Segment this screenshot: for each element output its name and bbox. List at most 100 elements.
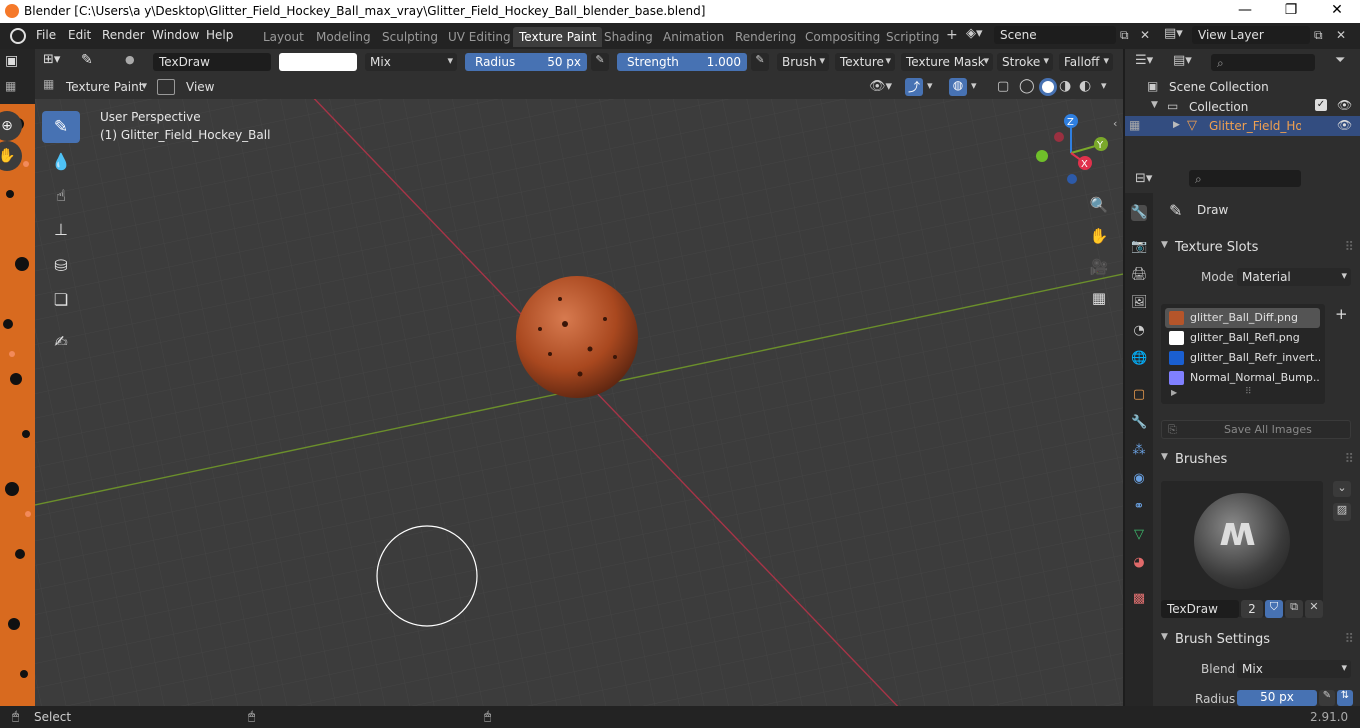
texture-slot-row[interactable]: glitter_Ball_Refl.png	[1165, 328, 1320, 348]
close-icon[interactable]: ✕	[1314, 2, 1360, 22]
mask-tool-button[interactable]: ❏	[42, 283, 80, 315]
output-tab-icon[interactable]: 🖨	[1131, 267, 1148, 283]
texture-slot-toggle[interactable]	[157, 79, 175, 95]
annotate-tool-button[interactable]: ✍	[42, 325, 80, 357]
view-layer-icon[interactable]: ▤▾	[1164, 26, 1186, 46]
brush-users-count[interactable]: 2	[1241, 600, 1263, 618]
scene-name-field[interactable]: Scene	[994, 26, 1116, 44]
slot-list-expand-icon[interactable]: ▶	[1171, 388, 1177, 397]
brushes-grip-icon[interactable]: ⠿	[1344, 452, 1354, 467]
zoom-view-icon[interactable]: 🔍	[1086, 192, 1112, 218]
strength-slider[interactable]: Strength 1.000	[617, 53, 747, 71]
gizmo-neg-z-icon[interactable]	[1067, 174, 1077, 184]
constraints-tab-icon[interactable]: ⚭	[1131, 499, 1147, 515]
menu-help[interactable]: Help	[206, 28, 233, 42]
brush-custom-icon[interactable]: ▨	[1333, 503, 1351, 521]
particles-tab-icon[interactable]: ⁂	[1131, 443, 1147, 459]
filter-icon[interactable]: ⏷	[1335, 53, 1345, 68]
menu-file[interactable]: File	[36, 28, 56, 42]
gizmo-dropdown-icon[interactable]: ▾	[927, 79, 933, 92]
slot-list-resize-icon[interactable]: ⠿	[1245, 387, 1252, 397]
navigation-gizmo[interactable]: Z Y X	[1029, 113, 1109, 193]
texture-dropdown[interactable]: Texture	[835, 53, 895, 71]
mode-dropdown[interactable]: Texture Paint	[61, 78, 151, 96]
tab-scripting[interactable]: Scripting	[880, 27, 945, 47]
tab-compositing[interactable]: Compositing	[799, 27, 886, 47]
ortho-toggle-icon[interactable]: ▦	[1086, 285, 1112, 311]
soften-tool-button[interactable]: 💧	[42, 145, 80, 177]
add-workspace-icon[interactable]: +	[946, 27, 958, 43]
clone-tool-button[interactable]: ⊥	[42, 213, 80, 245]
overlay-toggle-icon[interactable]: ◍	[949, 78, 967, 96]
minimize-icon[interactable]: —	[1222, 2, 1268, 22]
duplicate-brush-icon[interactable]: ⧉	[1285, 600, 1303, 618]
brush-settings-panel-header[interactable]: ▼ Brush Settings ⠿	[1155, 629, 1358, 651]
tab-rendering[interactable]: Rendering	[729, 27, 802, 47]
pan-view-icon[interactable]: ✋	[1086, 223, 1112, 249]
tab-sculpting[interactable]: Sculpting	[376, 27, 444, 47]
save-all-images-button[interactable]: ⎘ Save All Images	[1161, 420, 1351, 439]
properties-type-icon[interactable]: ⊟▾	[1135, 171, 1152, 186]
fill-tool-button[interactable]: ⛁	[42, 249, 80, 281]
visibility-icon[interactable]: 👁▾	[869, 79, 892, 94]
editor-type-icon[interactable]: ▣	[5, 53, 29, 73]
object-tab-icon[interactable]: ▢	[1131, 387, 1147, 403]
view-layer-field[interactable]: View Layer	[1192, 26, 1310, 44]
new-view-layer-icon[interactable]: ⧉	[1314, 28, 1323, 43]
texture-mask-dropdown[interactable]: Texture Mask	[901, 53, 993, 71]
brush-name-field[interactable]: TexDraw	[153, 53, 271, 71]
tab-modeling[interactable]: Modeling	[310, 27, 377, 47]
object-visibility-icon[interactable]: 👁	[1337, 118, 1352, 132]
fake-user-shield-icon[interactable]: ⛉	[1265, 600, 1283, 618]
menu-render[interactable]: Render	[102, 28, 145, 42]
add-slot-icon[interactable]: +	[1335, 305, 1348, 323]
collection-expand-icon[interactable]: ▼	[1151, 100, 1158, 110]
physics-tab-icon[interactable]: ◉	[1131, 471, 1147, 487]
shading-dropdown-icon[interactable]: ▾	[1101, 79, 1107, 92]
maximize-icon[interactable]: ❐	[1268, 2, 1314, 22]
camera-view-icon[interactable]: 🎥	[1086, 254, 1112, 280]
tab-animation[interactable]: Animation	[657, 27, 730, 47]
tab-layout[interactable]: Layout	[257, 27, 310, 47]
object-expand-icon[interactable]: ▶	[1173, 120, 1180, 130]
gizmo-toggle-icon[interactable]: ⤴	[905, 78, 923, 96]
scene-tab-icon[interactable]: ◔	[1131, 323, 1147, 339]
stroke-dropdown[interactable]: Stroke	[997, 53, 1053, 71]
display-mode-icon[interactable]: ▤▾	[1173, 53, 1192, 68]
outliner-search-input[interactable]: ⌕	[1211, 54, 1315, 71]
properties-search-input[interactable]: ⌕	[1189, 170, 1301, 187]
gizmo-neg-x-icon[interactable]	[1054, 132, 1064, 142]
radius-pressure-icon[interactable]: ✎	[591, 53, 609, 71]
delete-scene-icon[interactable]: ✕	[1140, 28, 1150, 42]
blender-menu-icon[interactable]	[10, 28, 26, 44]
view-layer-tab-icon[interactable]: 🖼	[1131, 295, 1148, 311]
new-scene-icon[interactable]: ⧉	[1120, 28, 1129, 43]
brush-radius-slider[interactable]: 50 px	[1237, 690, 1317, 706]
collection-checkbox[interactable]: ✓	[1315, 99, 1327, 111]
outliner-object-row[interactable]: ▦ ▶ ▽ Glitter_Field_Hockey_Ball 👁	[1125, 116, 1360, 136]
brushes-panel-header[interactable]: ▼ Brushes ⠿	[1155, 449, 1358, 471]
color-swatch[interactable]	[279, 53, 357, 71]
material-shading-icon[interactable]: ◑	[1059, 78, 1071, 94]
brush-blend-dropdown[interactable]: Mix	[1237, 660, 1351, 678]
outliner-type-icon[interactable]: ☰▾	[1135, 53, 1153, 68]
tab-texture-paint[interactable]: Texture Paint	[513, 27, 603, 47]
brush-specials-icon[interactable]: ⌄	[1333, 481, 1351, 497]
solid-shading-icon[interactable]	[1039, 78, 1057, 96]
gizmo-neg-y-icon[interactable]	[1036, 150, 1048, 162]
xray-icon[interactable]: ▢	[997, 79, 1009, 94]
texture-slots-mode-dropdown[interactable]: Material	[1237, 268, 1351, 286]
collection-label[interactable]: Collection	[1189, 100, 1248, 114]
brush-dropdown[interactable]: Brush	[777, 53, 829, 71]
material-tab-icon[interactable]: ◕	[1131, 555, 1147, 571]
delete-view-layer-icon[interactable]: ✕	[1336, 28, 1346, 42]
rendered-shading-icon[interactable]: ◐	[1079, 78, 1091, 94]
sidebar-toggle-icon[interactable]: ‹	[1113, 117, 1117, 130]
texture-slot-row[interactable]: glitter_Ball_Refr_invert....	[1165, 348, 1320, 368]
data-tab-icon[interactable]: ▽	[1131, 527, 1147, 543]
tool-tab-icon[interactable]: 🔧	[1131, 205, 1147, 221]
3d-viewport[interactable]: User Perspective (1) Glitter_Field_Hocke…	[35, 99, 1123, 706]
editor-type-3d-icon[interactable]: ⊞▾	[43, 52, 71, 72]
hockey-ball[interactable]	[516, 276, 638, 398]
radius-slider[interactable]: Radius 50 px	[465, 53, 587, 71]
